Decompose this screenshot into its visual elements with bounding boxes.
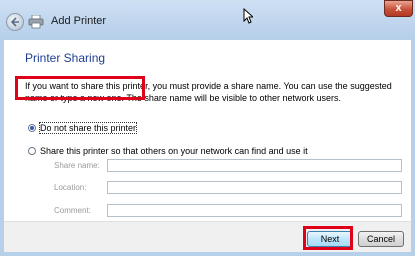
highlight-box-option: [15, 76, 145, 100]
printer-icon: [28, 15, 44, 29]
option-label: Share this printer so that others on you…: [40, 146, 308, 156]
add-printer-window: Add Printer x Printer Sharing If you wan…: [0, 0, 415, 256]
share-name-input[interactable]: [107, 159, 402, 172]
mouse-pointer-icon: [243, 8, 253, 24]
close-icon: x: [395, 2, 402, 14]
radio-button-selected[interactable]: [28, 124, 36, 132]
option-share[interactable]: Share this printer so that others on you…: [28, 146, 308, 156]
wizard-content: Printer Sharing If you want to share thi…: [4, 40, 411, 221]
title-bar: Add Printer x: [0, 0, 415, 40]
comment-input[interactable]: [107, 204, 402, 217]
page-title: Printer Sharing: [25, 51, 106, 65]
share-name-label: Share name:: [54, 161, 100, 170]
cancel-button[interactable]: Cancel: [358, 231, 404, 247]
comment-label: Comment:: [54, 206, 91, 215]
back-button[interactable]: [6, 13, 24, 31]
highlight-box-next: [303, 226, 353, 250]
option-label: Do not share this printer: [38, 122, 138, 134]
radio-button[interactable]: [28, 147, 36, 155]
location-label: Location:: [54, 183, 87, 192]
option-do-not-share[interactable]: Do not share this printer: [28, 122, 138, 134]
back-arrow-icon: [10, 17, 19, 27]
window-title: Add Printer: [51, 15, 107, 27]
close-button[interactable]: x: [384, 0, 413, 17]
location-input[interactable]: [107, 181, 402, 194]
